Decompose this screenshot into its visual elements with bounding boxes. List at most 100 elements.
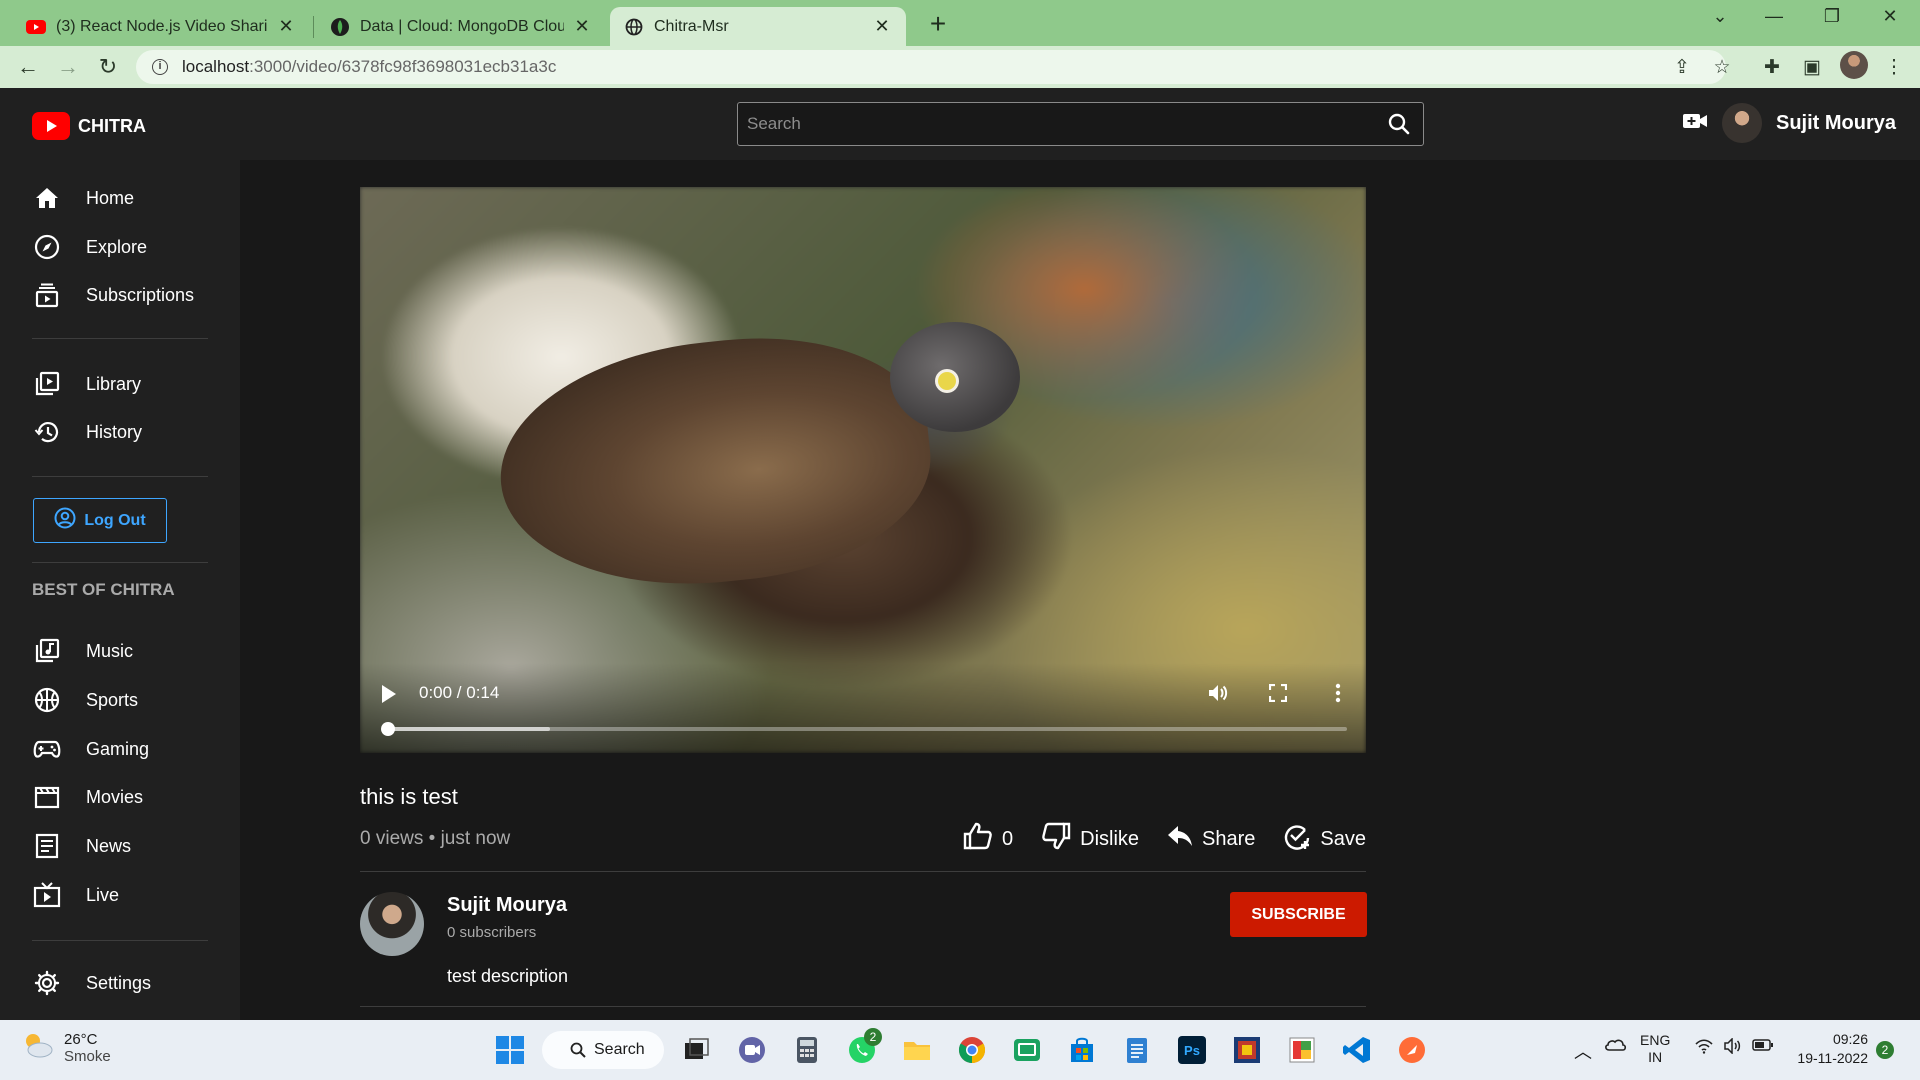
calculator-icon[interactable] bbox=[791, 1034, 823, 1066]
like-button[interactable]: 0 bbox=[963, 822, 1013, 856]
gamepad-icon bbox=[32, 734, 62, 764]
postman-icon[interactable] bbox=[1396, 1034, 1428, 1066]
app-header: CHITRA Sujit Mourya bbox=[0, 88, 1920, 160]
notification-badge[interactable]: 2 bbox=[1876, 1041, 1894, 1059]
forward-arrow-icon[interactable]: → bbox=[54, 54, 82, 80]
speaker-icon[interactable] bbox=[1723, 1037, 1743, 1057]
search-icon bbox=[570, 1042, 586, 1063]
battery-icon[interactable] bbox=[1752, 1038, 1774, 1055]
share-icon[interactable]: ⇪ bbox=[1670, 56, 1694, 79]
channel-subscriber-count: 0 subscribers bbox=[447, 924, 537, 941]
restore-button[interactable]: ❐ bbox=[1812, 6, 1852, 27]
whatsapp-unread-badge: 2 bbox=[864, 1028, 882, 1046]
system-clock[interactable]: 09:26 19-11-2022 bbox=[1790, 1030, 1868, 1068]
weather-temperature: 26°C bbox=[64, 1030, 98, 1048]
weather-condition: Smoke bbox=[64, 1047, 111, 1065]
share-button[interactable]: Share bbox=[1167, 825, 1255, 853]
bookmark-star-icon[interactable]: ☆ bbox=[1710, 56, 1734, 79]
show-hidden-icons-chevron-icon[interactable]: ︿ bbox=[1574, 1038, 1592, 1064]
minimize-button[interactable]: — bbox=[1754, 6, 1794, 27]
reload-icon[interactable]: ↻ bbox=[94, 54, 122, 80]
sidebar-item-music[interactable]: Music bbox=[32, 631, 133, 671]
notepad-icon[interactable] bbox=[1121, 1034, 1153, 1066]
screen-share-app-icon[interactable] bbox=[1011, 1034, 1043, 1066]
vscode-icon[interactable] bbox=[1341, 1034, 1373, 1066]
weather-sun-cloud-icon bbox=[20, 1030, 54, 1065]
extensions-puzzle-icon[interactable]: ✚ bbox=[1760, 56, 1784, 79]
sidebar-item-history[interactable]: History bbox=[32, 412, 142, 452]
sidebar-item-label: Music bbox=[86, 640, 134, 661]
info-divider bbox=[360, 871, 1366, 872]
side-panel-icon[interactable]: ▣ bbox=[1800, 56, 1824, 79]
wifi-icon[interactable] bbox=[1694, 1038, 1714, 1057]
channel-name[interactable]: Sujit Mourya bbox=[447, 894, 567, 917]
sidebar-item-sports[interactable]: Sports bbox=[32, 680, 138, 720]
microsoft-store-icon[interactable] bbox=[1066, 1034, 1098, 1066]
sidebar-item-gaming[interactable]: Gaming bbox=[32, 729, 149, 769]
taskbar-search[interactable]: Search bbox=[542, 1031, 664, 1069]
subscribe-button[interactable]: SUBSCRIBE bbox=[1230, 892, 1367, 937]
back-arrow-icon[interactable]: ← bbox=[14, 54, 42, 80]
sidebar-item-live[interactable]: Live bbox=[32, 875, 119, 915]
photoshop-icon[interactable]: Ps bbox=[1176, 1034, 1208, 1066]
save-button[interactable]: Save bbox=[1283, 822, 1366, 856]
language-code: ENG bbox=[1640, 1032, 1671, 1048]
logo-text: CHITRA bbox=[78, 115, 146, 136]
close-tab-icon[interactable]: ✕ bbox=[276, 16, 296, 37]
os-taskbar: 26°C Smoke Search 2 Ps ︿ ENG IN 09:26 19… bbox=[0, 1020, 1920, 1080]
file-explorer-icon[interactable] bbox=[901, 1034, 933, 1066]
sidebar-item-movies[interactable]: Movies bbox=[32, 777, 143, 817]
dislike-button[interactable]: Dislike bbox=[1041, 822, 1139, 856]
close-tab-icon[interactable]: ✕ bbox=[872, 16, 892, 37]
tab-search-chevron-icon[interactable]: ⌄ bbox=[1700, 6, 1740, 27]
browser-menu-icon[interactable]: ⋮ bbox=[1882, 56, 1906, 79]
sidebar-item-subscriptions[interactable]: Subscriptions bbox=[32, 275, 194, 315]
volume-icon[interactable] bbox=[1206, 681, 1230, 705]
user-avatar[interactable] bbox=[1721, 103, 1762, 143]
media-app-icon[interactable] bbox=[1231, 1034, 1263, 1066]
sidebar-item-label: News bbox=[86, 835, 132, 856]
sidebar-item-home[interactable]: Home bbox=[32, 178, 134, 218]
site-info-icon[interactable]: i bbox=[152, 59, 168, 75]
video-title: this is test bbox=[360, 784, 458, 809]
close-window-button[interactable]: ✕ bbox=[1870, 6, 1910, 27]
paint-icon[interactable] bbox=[1286, 1034, 1318, 1066]
search-icon[interactable] bbox=[1375, 112, 1423, 136]
video-buffered-bar bbox=[387, 727, 551, 731]
close-tab-icon[interactable]: ✕ bbox=[572, 16, 592, 37]
more-options-icon[interactable] bbox=[1326, 681, 1350, 705]
browser-toolbar: ← → ↻ i localhost:3000/video/6378fc98f36… bbox=[0, 46, 1920, 88]
browser-tab-react-video[interactable]: (3) React Node.js Video Sharing A ✕ bbox=[12, 7, 310, 46]
chrome-icon[interactable] bbox=[956, 1034, 988, 1066]
app-logo[interactable]: CHITRA bbox=[32, 112, 146, 140]
sidebar-item-news[interactable]: News bbox=[32, 826, 131, 866]
sidebar-item-label: Explore bbox=[86, 236, 148, 257]
globe-icon bbox=[624, 17, 644, 37]
youtube-icon bbox=[26, 17, 46, 37]
language-indicator[interactable]: ENG IN bbox=[1640, 1032, 1670, 1066]
onedrive-cloud-icon[interactable] bbox=[1603, 1036, 1627, 1055]
upload-video-icon[interactable] bbox=[1682, 111, 1708, 136]
weather-widget[interactable]: 26°C Smoke bbox=[20, 1030, 111, 1065]
windows-start-icon[interactable] bbox=[494, 1034, 526, 1066]
teams-chat-icon[interactable] bbox=[736, 1034, 768, 1066]
play-icon[interactable] bbox=[382, 685, 396, 703]
browser-profile-avatar[interactable] bbox=[1840, 51, 1868, 79]
search-input[interactable] bbox=[738, 114, 1375, 134]
sidebar-divider bbox=[32, 338, 208, 339]
sidebar-item-settings[interactable]: Settings bbox=[32, 963, 151, 1003]
sidebar-item-explore[interactable]: Explore bbox=[32, 227, 147, 267]
task-view-icon[interactable] bbox=[681, 1034, 713, 1066]
sidebar-item-library[interactable]: Library bbox=[32, 364, 141, 404]
browser-tab-mongodb[interactable]: Data | Cloud: MongoDB Cloud ✕ bbox=[316, 7, 606, 46]
url-bar[interactable]: i localhost:3000/video/6378fc98f3698031e… bbox=[136, 50, 1726, 84]
browser-tab-chitra[interactable]: Chitra-Msr ✕ bbox=[610, 7, 906, 46]
video-scrubber-handle[interactable] bbox=[381, 722, 395, 736]
fullscreen-icon[interactable] bbox=[1266, 681, 1290, 705]
video-progress-bar[interactable] bbox=[381, 722, 1347, 736]
header-user-name[interactable]: Sujit Mourya bbox=[1776, 112, 1896, 135]
logout-button[interactable]: Log Out bbox=[33, 498, 167, 543]
video-player[interactable]: 0:00 / 0:14 bbox=[360, 187, 1366, 753]
new-tab-button[interactable]: + bbox=[922, 8, 954, 40]
channel-avatar[interactable] bbox=[360, 892, 424, 956]
